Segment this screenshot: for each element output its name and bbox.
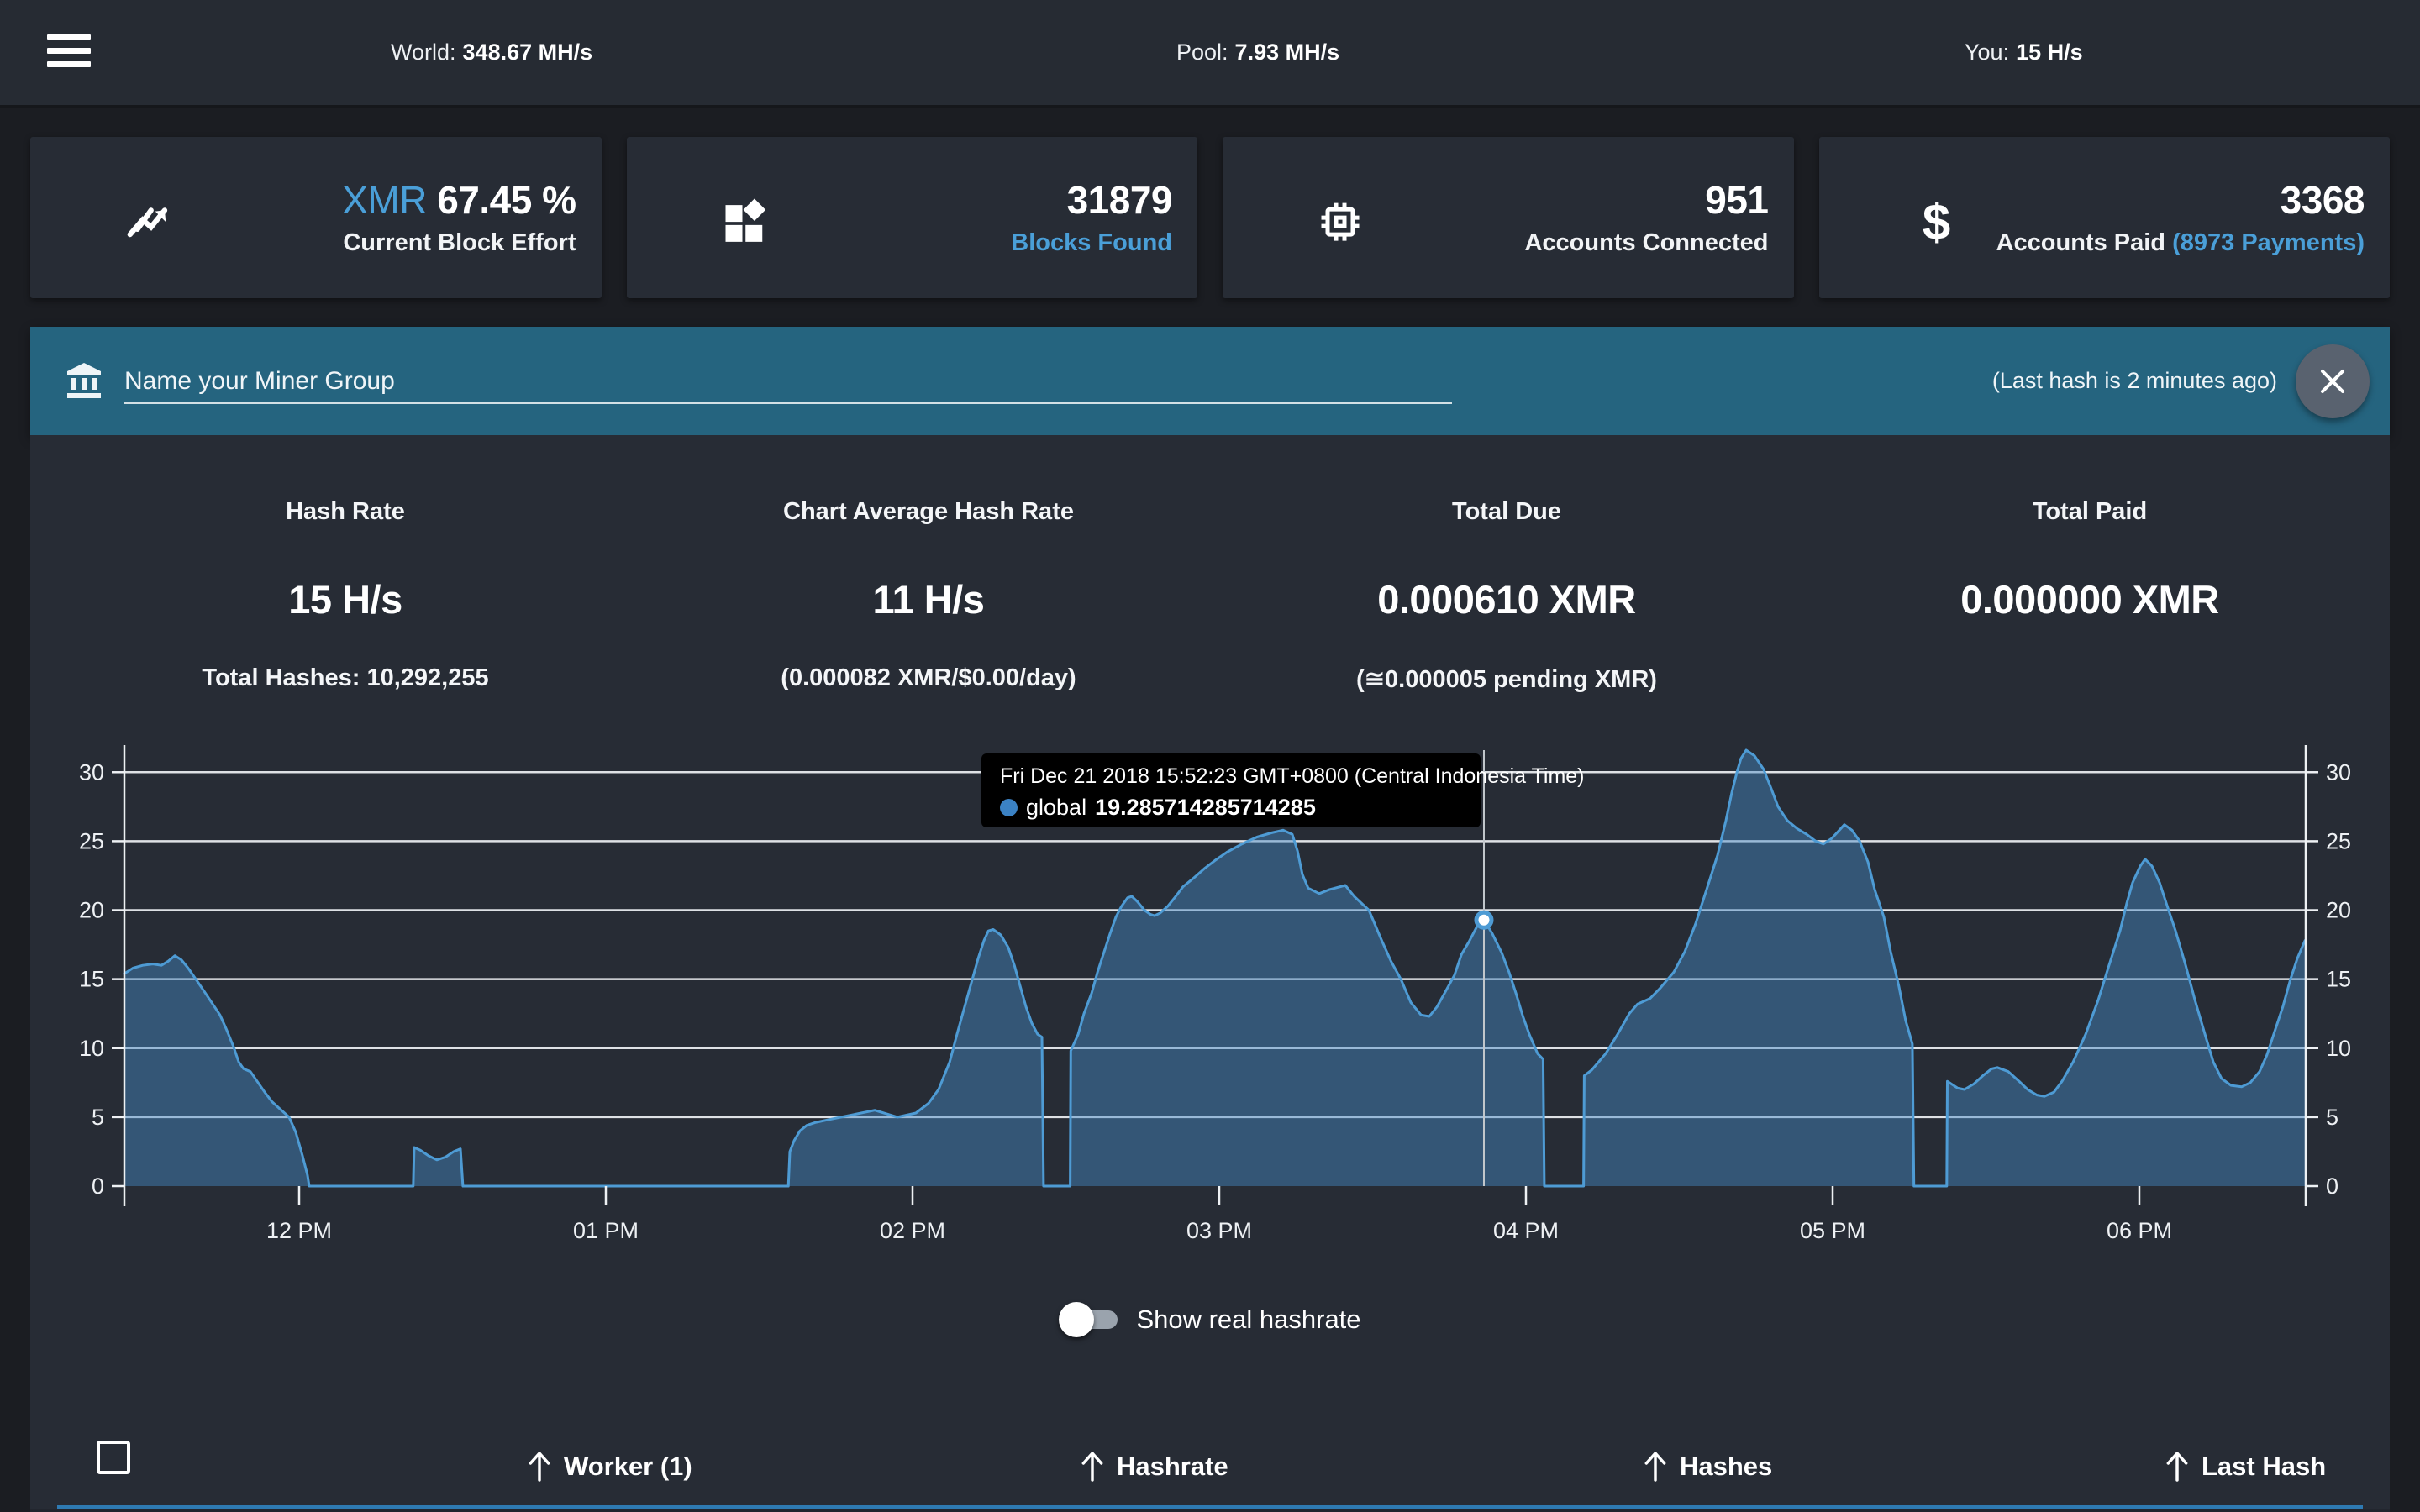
svg-text:0: 0 — [2326, 1173, 2338, 1199]
column-header-hashes[interactable]: Hashes — [1641, 1441, 1772, 1492]
block-effort-label: Current Block Effort — [343, 231, 576, 255]
hashrate-chart[interactable]: 0 0 5 5 10 10 15 15 20 20 25 25 30 30 12 PM 01 PM 02 PM 0… — [30, 435, 2390, 1512]
svg-text:30: 30 — [2326, 759, 2351, 785]
world-label: World: — [391, 39, 456, 66]
svg-text:10: 10 — [79, 1036, 104, 1061]
sort-arrow-up-icon — [1641, 1450, 1670, 1483]
close-button[interactable] — [2296, 344, 2370, 418]
close-icon — [2316, 365, 2349, 398]
svg-text:15: 15 — [2326, 967, 2351, 992]
accounts-connected-label: Accounts Connected — [1524, 231, 1768, 255]
svg-text:20: 20 — [2326, 898, 2351, 923]
you-label: You: — [1965, 39, 2009, 66]
pool-hashrate: Pool: 7.93 MH/s — [1176, 0, 1339, 105]
block-effort-value: XMR 67.45 % — [342, 181, 576, 219]
svg-text:5: 5 — [2326, 1105, 2338, 1130]
sort-arrow-up-icon — [2163, 1450, 2191, 1483]
svg-text:05 PM: 05 PM — [1800, 1218, 1865, 1243]
svg-text:03 PM: 03 PM — [1186, 1218, 1252, 1243]
dollar-icon: $ — [1910, 195, 1964, 249]
svg-text:5: 5 — [92, 1105, 104, 1130]
card-blocks-found: 31879 Blocks Found — [627, 137, 1198, 298]
accounts-paid-value: 3368 — [2281, 181, 2365, 219]
xmr-prefix: XMR — [342, 178, 427, 222]
card-accounts-connected: 951 Accounts Connected — [1223, 137, 1794, 298]
show-real-hashrate-toggle[interactable] — [1059, 1301, 1118, 1338]
stat-cards: XMR 67.45 % Current Block Effort 31879 B… — [30, 137, 2390, 298]
you-value: 15 H/s — [2016, 39, 2083, 66]
tooltip-timestamp: Fri Dec 21 2018 15:52:23 GMT+0800 (Centr… — [1000, 764, 1462, 789]
world-hashrate: World: 348.67 MH/s — [391, 0, 592, 105]
chart-tooltip: Fri Dec 21 2018 15:52:23 GMT+0800 (Centr… — [981, 753, 1481, 827]
card-accounts-paid: $ 3368 Accounts Paid (8973 Payments) — [1819, 137, 2391, 298]
series-dot-icon — [1000, 799, 1018, 816]
accounts-paid-label: Accounts Paid (8973 Payments) — [1996, 231, 2365, 255]
mining-dashboard: World: 348.67 MH/s Pool: 7.93 MH/s You: … — [0, 0, 2420, 1512]
blocks-found-link[interactable]: Blocks Found — [1011, 231, 1172, 255]
miner-group-banner: (Last hash is 2 minutes ago) — [30, 327, 2390, 435]
svg-text:10: 10 — [2326, 1036, 2351, 1061]
tooltip-series-name: global — [1026, 795, 1086, 821]
column-header-worker[interactable]: Worker (1) — [525, 1441, 692, 1492]
menu-icon[interactable] — [47, 34, 91, 73]
svg-text:30: 30 — [79, 759, 104, 785]
column-header-last-hash[interactable]: Last Hash — [2163, 1441, 2326, 1492]
blocks-found-value: 31879 — [1067, 181, 1172, 219]
svg-text:20: 20 — [79, 898, 104, 923]
toggle-knob — [1059, 1302, 1094, 1337]
top-bar: World: 348.67 MH/s Pool: 7.93 MH/s You: … — [0, 0, 2420, 108]
svg-text:0: 0 — [92, 1173, 104, 1199]
pool-label: Pool: — [1176, 39, 1228, 66]
last-hash-status: (Last hash is 2 minutes ago) — [1992, 327, 2277, 435]
svg-text:04 PM: 04 PM — [1493, 1218, 1559, 1243]
svg-text:02 PM: 02 PM — [880, 1218, 945, 1243]
trending-chart-icon — [121, 195, 175, 249]
memory-chip-icon — [1313, 195, 1367, 249]
miner-group-name-input[interactable] — [124, 360, 1452, 404]
miner-stats-panel: Hash Rate 15 H/s Total Hashes: 10,292,25… — [30, 435, 2390, 1512]
payments-link[interactable]: (8973 Payments) — [2172, 229, 2365, 256]
svg-text:25: 25 — [2326, 828, 2351, 853]
toggle-label: Show real hashrate — [1136, 1305, 1360, 1335]
bank-icon — [64, 361, 104, 406]
toggle-row: Show real hashrate — [30, 1290, 2390, 1349]
card-block-effort: XMR 67.45 % Current Block Effort — [30, 137, 602, 298]
sort-arrow-up-icon — [525, 1450, 554, 1483]
accounts-connected-value: 951 — [1705, 181, 1768, 219]
svg-text:01 PM: 01 PM — [573, 1218, 639, 1243]
svg-text:12 PM: 12 PM — [266, 1218, 332, 1243]
pool-value: 7.93 MH/s — [1235, 39, 1340, 66]
svg-text:06 PM: 06 PM — [2107, 1218, 2172, 1243]
table-body-edge — [30, 1509, 2390, 1512]
sort-arrow-up-icon — [1078, 1450, 1107, 1483]
column-header-hashrate[interactable]: Hashrate — [1078, 1441, 1228, 1492]
world-value: 348.67 MH/s — [463, 39, 593, 66]
tooltip-value: 19.285714285714285 — [1095, 795, 1316, 821]
your-hashrate: You: 15 H/s — [1965, 0, 2083, 105]
widgets-icon — [718, 195, 771, 249]
select-all-checkbox[interactable] — [97, 1441, 130, 1474]
svg-text:25: 25 — [79, 828, 104, 853]
svg-text:15: 15 — [79, 967, 104, 992]
